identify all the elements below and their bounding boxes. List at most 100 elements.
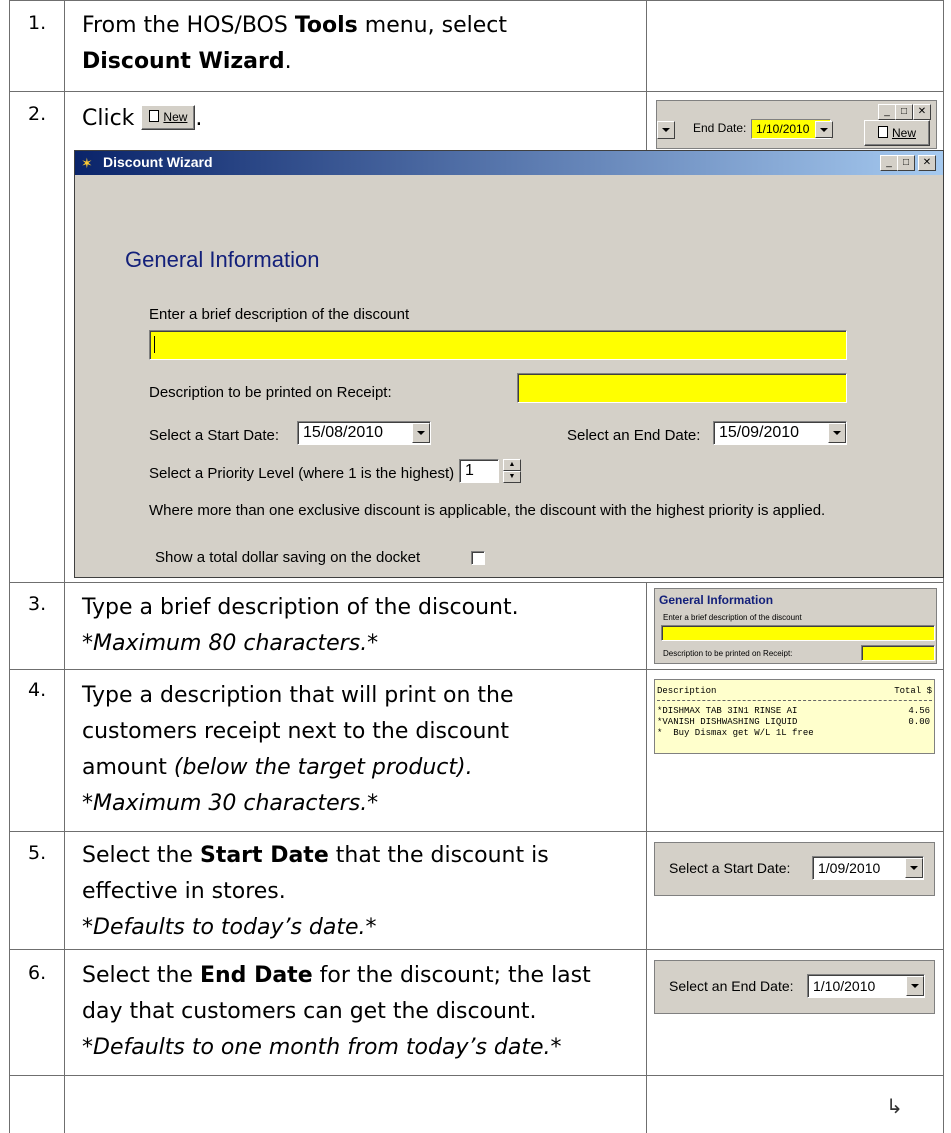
- field-name: End Date: [199, 963, 313, 988]
- text-cursor: [154, 336, 155, 353]
- step-text-line: effective in stores.: [82, 879, 286, 904]
- table-border-col2: [64, 0, 65, 1133]
- maximize-button[interactable]: □: [897, 155, 915, 171]
- receipt-row-desc: * Buy Dismax get W/L 1L free: [657, 728, 814, 738]
- receipt-row-desc: *DISHMAX TAB 3IN1 RINSE AI: [657, 706, 798, 716]
- receipt-row-total: 0.00: [908, 717, 930, 727]
- title-bar: ✶ Discount Wizard _ □ ✕: [75, 151, 943, 175]
- maximize-button[interactable]: □: [895, 104, 913, 120]
- priority-level-value: 1: [465, 462, 474, 479]
- step-number: 3.: [28, 593, 47, 615]
- section-heading: General Information: [125, 247, 320, 272]
- row-divider-5: [9, 949, 944, 950]
- step-text-part: Select the: [82, 843, 200, 868]
- discount-wizard-window: ✶ Discount Wizard _ □ ✕ General Informat…: [74, 150, 944, 578]
- spin-up-icon[interactable]: ▲: [503, 459, 521, 471]
- start-date-label: Select a Start Date:: [149, 427, 280, 444]
- step-text: Select the End Date for the discount; th…: [82, 958, 591, 1066]
- step-text-part: Select the: [82, 963, 200, 988]
- step-text: From the HOS/BOS Tools menu, select Disc…: [82, 8, 507, 80]
- spin-down-icon[interactable]: ▼: [503, 471, 521, 483]
- receipt-description-label: Description to be printed on Receipt:: [663, 649, 793, 658]
- table-border-col3: [646, 0, 647, 150]
- step-text: Select the Start Date that the discount …: [82, 838, 549, 946]
- step-text-part: .: [284, 49, 292, 74]
- brief-description-label: Enter a brief description of the discoun…: [663, 613, 802, 622]
- receipt-divider: [657, 700, 932, 701]
- row-divider-4: [9, 831, 944, 832]
- step-text: Type a description that will print on th…: [82, 678, 514, 822]
- step-text-line: customers receipt next to the discount: [82, 719, 509, 744]
- priority-level-label: Select a Priority Level (where 1 is the …: [149, 465, 455, 482]
- row-divider-6: [9, 1075, 944, 1076]
- step-text-part: .: [195, 106, 203, 131]
- menu-name: Tools: [294, 13, 358, 38]
- step-note: *Maximum 80 characters.*: [82, 631, 379, 656]
- step3-screenshot: General Information Enter a brief descri…: [654, 588, 937, 664]
- step-number: 1.: [28, 12, 47, 34]
- row-divider-2: [9, 582, 944, 583]
- dropdown-arrow-icon[interactable]: [828, 423, 846, 443]
- priority-spinner[interactable]: ▲ ▼: [503, 459, 521, 483]
- window-title: Discount Wizard: [103, 154, 213, 170]
- receipt-description-input[interactable]: [517, 373, 847, 403]
- priority-level-input[interactable]: 1: [459, 459, 499, 483]
- new-button[interactable]: New: [864, 120, 930, 146]
- step-text: Type a brief description of the discount…: [82, 590, 519, 662]
- brief-description-input[interactable]: [661, 625, 935, 641]
- step-number: 4.: [28, 679, 47, 701]
- dropdown-arrow-icon[interactable]: [657, 121, 675, 139]
- end-date-select[interactable]: 15/09/2010: [713, 421, 847, 445]
- end-date-label: End Date:: [693, 121, 747, 135]
- step6-screenshot: Select an End Date: 1/10/2010: [654, 960, 935, 1014]
- receipt-row-total: 4.56: [908, 706, 930, 716]
- step-text-line: Type a description that will print on th…: [82, 683, 514, 708]
- start-date-value: 1/09/2010: [818, 860, 881, 876]
- start-date-select[interactable]: 1/09/2010: [812, 856, 924, 880]
- end-date-select[interactable]: 1/10/2010: [807, 974, 925, 998]
- dropdown-arrow-icon[interactable]: [815, 121, 833, 138]
- end-date-value: 15/09/2010: [719, 424, 800, 441]
- step-number: 5.: [28, 842, 47, 864]
- receipt-screenshot: Description Total $ *DISHMAX TAB 3IN1 RI…: [654, 679, 935, 754]
- step-text-line: day that customers can get the discount.: [82, 999, 537, 1024]
- step-note: *Maximum 30 characters.*: [82, 791, 379, 816]
- wizard-app-icon: ✶: [81, 155, 93, 171]
- field-name: Start Date: [199, 843, 329, 868]
- new-document-icon: [877, 126, 888, 138]
- menu-item-name: Discount Wizard: [82, 49, 285, 74]
- close-button[interactable]: ✕: [913, 104, 931, 120]
- dropdown-arrow-icon[interactable]: [905, 858, 923, 878]
- step-text-part: for the discount; the last: [312, 963, 591, 988]
- step-text: Click New.: [82, 101, 202, 137]
- dropdown-arrow-icon[interactable]: [412, 423, 430, 443]
- table-border-top: [9, 0, 944, 1]
- row-divider-3: [9, 669, 944, 670]
- table-border-left: [9, 0, 10, 1133]
- step-text-part: From the HOS/BOS: [82, 13, 295, 38]
- receipt-description-label: Description to be printed on Receipt:: [149, 384, 392, 401]
- receipt-description-input[interactable]: [861, 645, 935, 661]
- procedure-document: 1. From the HOS/BOS Tools menu, select D…: [0, 0, 951, 1133]
- row-divider-1: [9, 91, 944, 92]
- step-text-part: that the discount is: [328, 843, 549, 868]
- end-date-value: 1/10/2010: [813, 978, 876, 994]
- step5-screenshot: Select a Start Date: 1/09/2010: [654, 842, 935, 896]
- close-button[interactable]: ✕: [918, 155, 936, 171]
- receipt-row-desc: *VANISH DISHWASHING LIQUID: [657, 717, 798, 727]
- receipt-header-description: Description: [657, 686, 717, 696]
- step-text-line: Type a brief description of the discount…: [82, 595, 519, 620]
- dropdown-arrow-icon[interactable]: [906, 976, 924, 996]
- brief-description-input[interactable]: [149, 330, 847, 360]
- continue-arrow-icon: ↳: [886, 1094, 903, 1118]
- start-date-select[interactable]: 15/08/2010: [297, 421, 431, 445]
- minimize-button[interactable]: _: [878, 104, 896, 120]
- dollar-saving-checkbox[interactable]: [471, 551, 485, 565]
- step2-screenshot: _ □ ✕ End Date: 1/10/2010 New: [656, 100, 937, 149]
- new-button[interactable]: New: [141, 105, 196, 130]
- minimize-button[interactable]: _: [880, 155, 898, 171]
- start-date-value: 15/08/2010: [303, 424, 384, 441]
- new-button-label: New: [891, 126, 916, 140]
- exclusive-discount-note: Where more than one exclusive discount i…: [149, 502, 826, 519]
- end-date-value: 1/10/2010: [756, 122, 810, 136]
